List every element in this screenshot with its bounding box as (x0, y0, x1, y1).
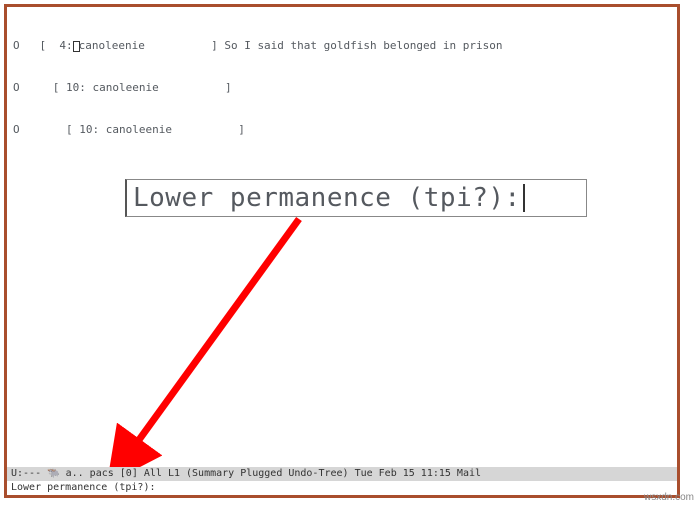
emacs-frame: O [ 4: canoleenie ] So I said that goldfi… (4, 4, 680, 498)
thread-summary-buffer[interactable]: O [ 4: canoleenie ] So I said that goldfi… (7, 7, 677, 165)
thread-flag: O (13, 81, 20, 94)
thread-flag: O (13, 123, 20, 136)
thread-row-3[interactable]: O [ 10: canoleenie ] (13, 123, 671, 137)
thread-flag: O (13, 39, 20, 52)
mode-line[interactable]: U:--- 🐃 a.. pacs [0] All L1 (Summary Plu… (7, 467, 677, 481)
thread-author: canoleenie (79, 39, 211, 52)
thread-row-2[interactable]: O [ 10: canoleenie ] (13, 81, 671, 95)
bracket-close: ] (225, 81, 232, 94)
magnified-cursor (523, 184, 525, 212)
thread-count: 10: (73, 123, 100, 136)
bracket-close: ] (211, 39, 218, 52)
mode-line-text: U:--- 🐃 a.. pacs [0] All L1 (Summary Plu… (11, 468, 481, 479)
thread-subject: So I said that goldfish belonged in pris… (218, 39, 503, 52)
minibuffer[interactable]: Lower permanence (tpi?): (7, 481, 677, 495)
watermark: wsxdn.com (644, 492, 694, 503)
bracket-open: [ (66, 123, 73, 136)
thread-count: 4: (46, 39, 73, 52)
magnified-minibuffer-callout: Lower permanence (tpi?): (125, 179, 587, 217)
bracket-close: ] (238, 123, 245, 136)
thread-author: canoleenie (86, 81, 225, 94)
minibuffer-prompt: Lower permanence (tpi?): (11, 482, 156, 493)
thread-author: canoleenie (99, 123, 238, 136)
thread-count: 10: (59, 81, 86, 94)
thread-row-1[interactable]: O [ 4:canoleenie ] So I said that goldfi… (13, 39, 671, 53)
magnified-prompt-text: Lower permanence (tpi?): (133, 183, 521, 213)
